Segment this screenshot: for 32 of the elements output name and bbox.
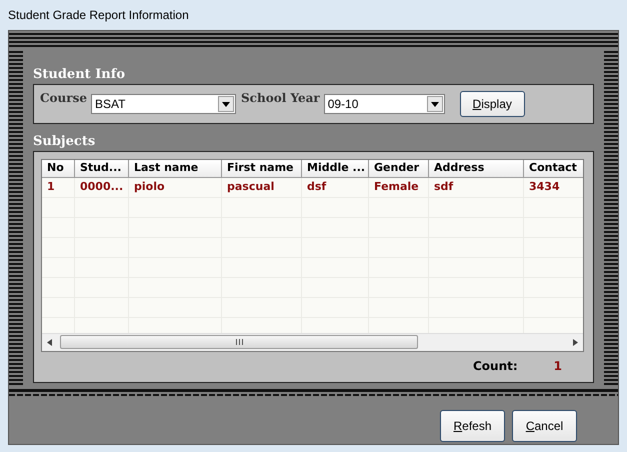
cancel-button[interactable]: Cancel [512,410,577,442]
window-title: Student Grade Report Information [8,7,190,24]
display-button[interactable]: Display [460,91,525,117]
table-cell: pascual [222,178,302,197]
column-header[interactable]: Address [429,160,524,177]
table-cell: sdf [429,178,524,197]
column-header[interactable]: Middle ... [302,160,369,177]
count-value: 1 [554,359,562,373]
group-title: Student Info [33,67,125,83]
scroll-left-icon[interactable] [47,339,52,346]
table-cell: 3434 [524,178,583,197]
column-header[interactable]: Last name [129,160,222,177]
field-label: School Year [241,91,320,105]
count-label: Count: [472,359,518,373]
table-cell: dsf [302,178,369,197]
group-title: Subjects [33,134,96,150]
field-label: Course [40,91,87,105]
refresh-button[interactable]: Refesh [440,410,505,442]
table-cell: 1 [42,178,75,197]
scroll-thumb[interactable] [60,335,418,349]
column-header[interactable]: Contact [524,160,583,177]
course-dropdown[interactable]: BSAT [91,94,236,114]
table-cell: 0000... [75,178,129,197]
column-header[interactable]: First name [222,160,302,177]
table-cell: piolo [129,178,222,197]
school-year-dropdown[interactable]: 09-10 [324,94,445,114]
column-header[interactable]: Stud... [75,160,129,177]
column-header[interactable]: No [42,160,75,177]
table-cell: Female [369,178,429,197]
column-header[interactable]: Gender [369,160,429,177]
horizontal-scrollbar[interactable] [42,333,583,351]
scroll-right-icon[interactable] [573,339,578,346]
